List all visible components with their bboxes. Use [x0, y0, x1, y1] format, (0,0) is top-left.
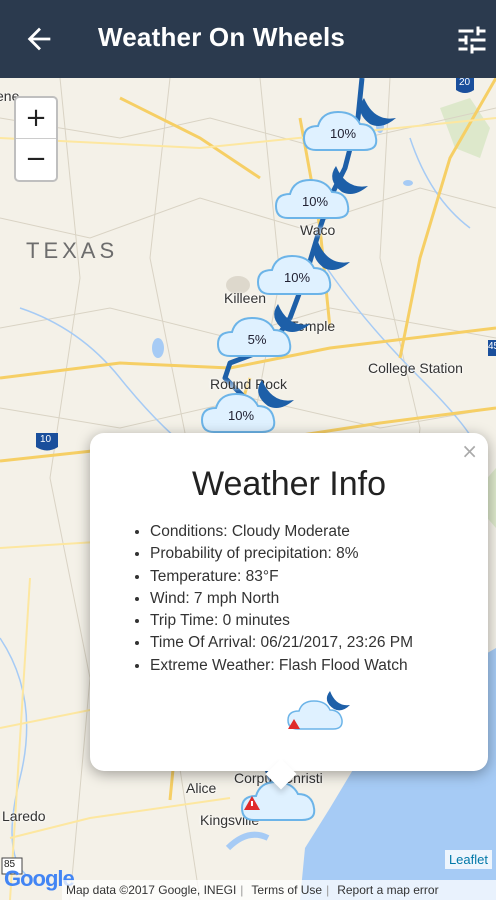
zoom-control: + −: [14, 96, 58, 182]
info-wind: Wind: 7 mph North: [150, 588, 413, 610]
weather-info-popup: × Weather Info Conditions: Cloudy Modera…: [90, 433, 488, 790]
precip-label: 10%: [329, 126, 357, 141]
place-label-waco: Waco: [300, 222, 336, 238]
weather-info-list: Conditions: Cloudy Moderate Probability …: [150, 521, 413, 677]
precip-label: 5%: [247, 332, 267, 347]
place-label-college-station: College Station: [368, 360, 463, 376]
highway-shield-i45: 45: [488, 341, 496, 352]
zoom-out-button[interactable]: −: [16, 139, 56, 180]
info-arrival: Time Of Arrival: 06/21/2017, 23:26 PM: [150, 632, 413, 654]
place-label-alice: Alice: [186, 780, 217, 796]
popup-title: Weather Info: [191, 465, 387, 503]
weather-marker[interactable]: 5%: [216, 302, 312, 362]
highway-shield-i35e: 20: [459, 78, 471, 88]
app-bar: Weather On Wheels: [0, 0, 496, 78]
weather-marker[interactable]: 10%: [274, 164, 370, 224]
arrow-back-icon[interactable]: [22, 22, 56, 56]
cloudy-night-warning-icon: [287, 691, 350, 730]
highway-shield-i10: 10: [40, 434, 52, 445]
place-label-laredo: Laredo: [2, 808, 46, 824]
precip-label: 10%: [301, 194, 329, 209]
weather-marker[interactable]: 10%: [256, 240, 352, 300]
precip-label: 10%: [283, 270, 311, 285]
info-trip-time: Trip Time: 0 minutes: [150, 610, 413, 632]
precip-label: 10%: [227, 408, 255, 423]
map-data-credit: Map data ©2017 Google, INEGI: [66, 883, 237, 897]
weather-marker[interactable]: 10%: [302, 96, 398, 156]
info-conditions: Conditions: Cloudy Moderate: [150, 521, 413, 543]
map-credits: Map data ©2017 Google, INEGI | Terms of Us…: [0, 880, 496, 900]
map-view[interactable]: TEXAS ene Waco Killeen Temple Round Rock…: [0, 78, 496, 900]
terms-of-use-link[interactable]: Terms of Use: [251, 883, 322, 897]
popup-close-button[interactable]: ×: [461, 439, 478, 463]
info-temperature: Temperature: 83°F: [150, 566, 413, 588]
report-map-error-link[interactable]: Report a map error: [337, 883, 438, 897]
weather-marker[interactable]: 10%: [200, 378, 296, 438]
info-extreme-weather: Extreme Weather: Flash Flood Watch: [150, 655, 413, 677]
leaflet-attribution-link[interactable]: Leaflet: [444, 850, 492, 869]
zoom-in-button[interactable]: +: [16, 98, 56, 139]
tune-sliders-icon[interactable]: [454, 22, 490, 58]
page-title: Weather On Wheels: [98, 22, 346, 52]
info-precipitation: Probability of precipitation: 8%: [150, 543, 413, 565]
region-label-texas: TEXAS: [26, 238, 119, 263]
